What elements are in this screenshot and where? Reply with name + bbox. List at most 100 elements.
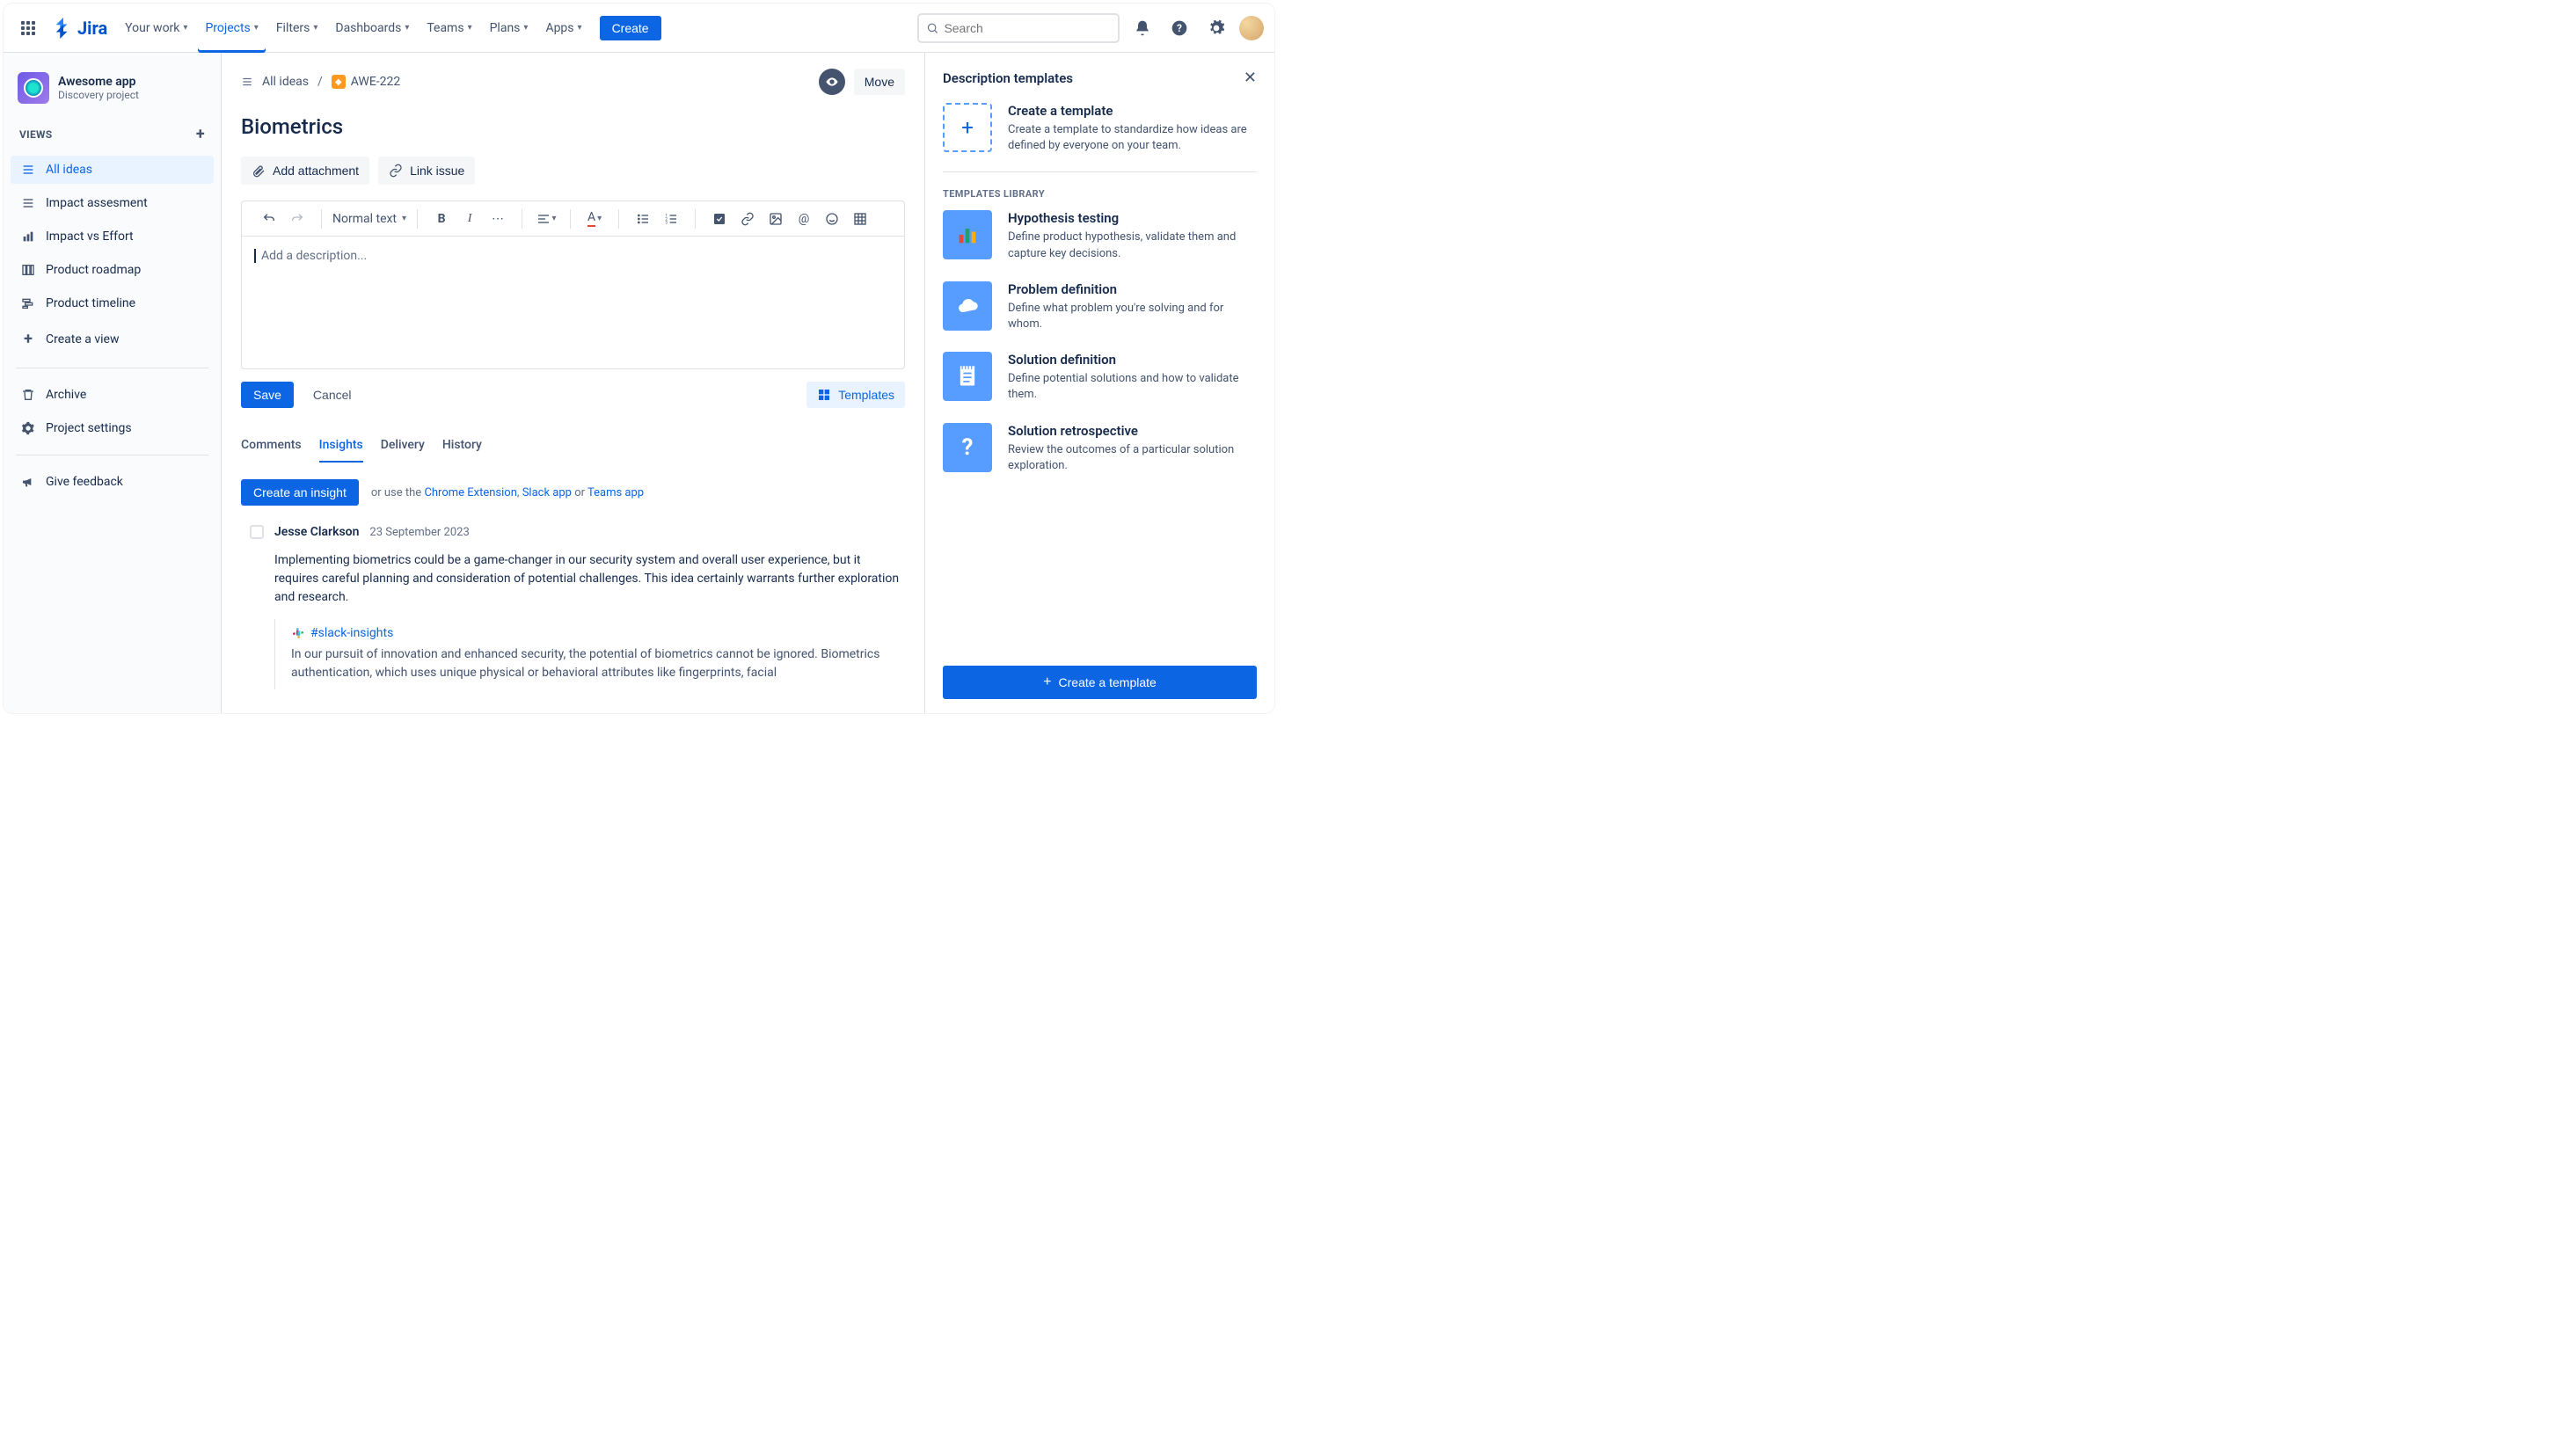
table-icon[interactable]	[849, 208, 872, 230]
sidebar-item-label: Create a view	[46, 332, 119, 346]
template-title: Solution retrospective	[1008, 423, 1257, 439]
create-template-button[interactable]: + Create a template	[943, 666, 1257, 699]
sidebar-item-label: Product roadmap	[46, 263, 141, 277]
settings-icon[interactable]	[1202, 14, 1230, 42]
move-button[interactable]: Move	[854, 69, 905, 95]
attachment-icon	[252, 164, 266, 178]
notifications-icon[interactable]	[1128, 14, 1157, 42]
slack-app-link[interactable]: Slack app	[522, 486, 572, 499]
insight-date: 23 September 2023	[369, 526, 469, 539]
sidebar-item-give-feedback[interactable]: Give feedback	[11, 468, 214, 496]
template-hypothesis-testing[interactable]: Hypothesis testing Define product hypoth…	[943, 210, 1257, 261]
bold-icon[interactable]: B	[430, 208, 453, 230]
sidebar-item-label: Project settings	[46, 421, 132, 435]
save-button[interactable]: Save	[241, 382, 294, 408]
slack-channel-link[interactable]: #slack-insights	[291, 626, 905, 640]
emoji-icon[interactable]	[821, 208, 843, 230]
insight-body: Implementing biometrics could be a game-…	[274, 551, 905, 607]
card-desc: Create a template to standardize how ide…	[1008, 122, 1257, 154]
plus-icon: +	[19, 330, 37, 348]
text-color-icon[interactable]: A▾	[583, 208, 606, 230]
checkbox-icon[interactable]	[708, 208, 731, 230]
columns-icon	[19, 263, 37, 277]
project-name: Awesome app	[58, 75, 139, 89]
sidebar-item-product-timeline[interactable]: Product timeline	[11, 289, 214, 317]
template-title: Hypothesis testing	[1008, 210, 1257, 226]
list-icon	[19, 163, 37, 177]
nav-filters[interactable]: Filters▾	[269, 4, 325, 53]
nav-projects[interactable]: Projects▾	[198, 4, 265, 53]
sidebar-item-label: Impact assesment	[46, 196, 148, 210]
editor-toolbar: Normal text▾ B I ⋯ ▾ A▾	[242, 201, 904, 237]
search-box[interactable]	[917, 13, 1120, 43]
breadcrumb-all-ideas[interactable]: All ideas	[262, 75, 309, 89]
search-input[interactable]	[944, 21, 1111, 35]
add-view-icon[interactable]: +	[196, 125, 205, 143]
apps-switcher-icon[interactable]	[14, 14, 42, 42]
sidebar-item-project-settings[interactable]: Project settings	[11, 414, 214, 442]
cancel-button[interactable]: Cancel	[304, 382, 361, 408]
library-header: TEMPLATES LIBRARY	[943, 188, 1257, 200]
top-nav: Jira Your work▾ Projects▾ Filters▾ Dashb…	[4, 4, 1274, 53]
image-icon[interactable]	[764, 208, 787, 230]
breadcrumb: All ideas / ◆ AWE-222 Move	[241, 69, 905, 95]
nav-dashboards[interactable]: Dashboards▾	[328, 4, 416, 53]
user-avatar[interactable]	[1239, 16, 1264, 40]
watch-icon[interactable]	[819, 69, 845, 95]
project-header[interactable]: Awesome app Discovery project	[11, 69, 214, 113]
sidebar-item-product-roadmap[interactable]: Product roadmap	[11, 256, 214, 284]
chrome-extension-link[interactable]: Chrome Extension	[424, 486, 516, 499]
text-style-dropdown[interactable]: Normal text▾	[327, 212, 412, 226]
redo-icon[interactable]	[286, 208, 309, 230]
template-problem-definition[interactable]: Problem definition Define what problem y…	[943, 281, 1257, 332]
sidebar-item-impact-vs-effort[interactable]: Impact vs Effort	[11, 222, 214, 251]
editor-textarea[interactable]: Add a description...	[242, 237, 904, 368]
breadcrumb-issue-key[interactable]: ◆ AWE-222	[332, 75, 401, 89]
sidebar-item-all-ideas[interactable]: All ideas	[11, 156, 214, 184]
template-desc: Define what problem you're solving and f…	[1008, 301, 1257, 332]
nav-apps[interactable]: Apps▾	[538, 4, 588, 53]
insight-checkbox[interactable]	[250, 525, 264, 539]
jira-logo[interactable]: Jira	[46, 18, 114, 39]
template-desc: Review the outcomes of a particular solu…	[1008, 442, 1257, 474]
notepad-icon	[943, 352, 992, 401]
templates-button[interactable]: Templates	[806, 382, 905, 408]
tab-delivery[interactable]: Delivery	[381, 433, 425, 463]
sidebar-item-impact-assessment[interactable]: Impact assesment	[11, 189, 214, 217]
create-template-card[interactable]: + Create a template Create a template to…	[943, 103, 1257, 172]
add-attachment-button[interactable]: Add attachment	[241, 157, 369, 185]
mention-icon[interactable]: @	[792, 208, 815, 230]
bullet-list-icon[interactable]	[631, 208, 654, 230]
teams-app-link[interactable]: Teams app	[587, 486, 644, 499]
close-icon[interactable]: ✕	[1244, 69, 1257, 87]
create-button[interactable]: Create	[600, 16, 661, 40]
template-solution-definition[interactable]: Solution definition Define potential sol…	[943, 352, 1257, 403]
nav-plans[interactable]: Plans▾	[483, 4, 536, 53]
tab-comments[interactable]: Comments	[241, 433, 302, 463]
template-solution-retrospective[interactable]: ? Solution retrospective Review the outc…	[943, 423, 1257, 474]
sidebar-item-archive[interactable]: Archive	[11, 381, 214, 409]
sidebar-item-label: All ideas	[46, 163, 92, 177]
link-issue-button[interactable]: Link issue	[378, 157, 475, 185]
insert-link-icon[interactable]	[736, 208, 759, 230]
sidebar-item-label: Impact vs Effort	[46, 230, 134, 244]
number-list-icon[interactable]: 123	[660, 208, 682, 230]
issue-title[interactable]: Biometrics	[241, 114, 905, 139]
help-icon[interactable]: ?	[1165, 14, 1193, 42]
timeline-icon	[19, 296, 37, 310]
tab-history[interactable]: History	[442, 433, 482, 463]
plus-icon: +	[943, 103, 992, 152]
nav-teams[interactable]: Teams▾	[420, 4, 478, 53]
idea-type-icon: ◆	[332, 75, 346, 89]
card-title: Create a template	[1008, 103, 1257, 119]
nav-your-work[interactable]: Your work▾	[118, 4, 194, 53]
align-icon[interactable]: ▾	[535, 208, 558, 230]
create-insight-button[interactable]: Create an insight	[241, 479, 359, 506]
undo-icon[interactable]	[258, 208, 281, 230]
tab-insights[interactable]: Insights	[319, 433, 363, 463]
activity-tabs: Comments Insights Delivery History	[241, 433, 905, 463]
sidebar-item-create-view[interactable]: + Create a view	[11, 323, 214, 355]
template-desc: Define product hypothesis, validate them…	[1008, 230, 1257, 261]
more-formatting-icon[interactable]: ⋯	[486, 208, 509, 230]
italic-icon[interactable]: I	[458, 208, 481, 230]
